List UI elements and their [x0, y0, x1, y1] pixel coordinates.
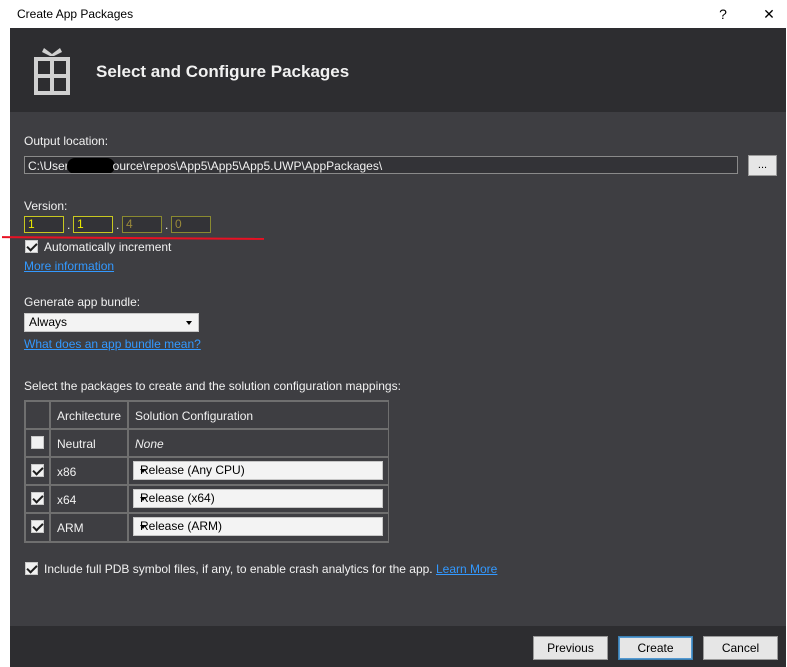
x64-configuration-dropdown[interactable]: Release (x64) [133, 489, 383, 508]
browse-button[interactable]: ... [748, 155, 777, 176]
x86-checkbox[interactable] [31, 464, 44, 477]
architecture-cell: x64 [50, 485, 128, 513]
table-header-checkbox-cell [25, 401, 50, 429]
version-major-input[interactable]: 1 [24, 216, 64, 233]
chevron-down-icon [140, 469, 146, 473]
create-button[interactable]: Create [618, 636, 693, 660]
packages-table: Architecture Solution Configuration Neut… [24, 400, 389, 543]
previous-button[interactable]: Previous [533, 636, 608, 660]
version-revision-input[interactable]: 0 [171, 216, 211, 233]
dialog-header: Select and Configure Packages [10, 28, 786, 112]
arm-checkbox[interactable] [31, 520, 44, 533]
bundle-selected-value: Always [29, 315, 68, 329]
version-separator: . [67, 218, 71, 232]
version-build-input[interactable]: 4 [122, 216, 162, 233]
architecture-cell: x86 [50, 457, 128, 485]
pdb-label: Include full PDB symbol files, if any, t… [44, 562, 498, 576]
table-row [25, 513, 50, 542]
table-header-configuration: Solution Configuration [128, 401, 389, 429]
dialog-footer: Previous Create Cancel [10, 626, 786, 667]
version-separator: . [116, 218, 120, 232]
neutral-checkbox[interactable] [31, 436, 44, 449]
x86-configuration-dropdown[interactable]: Release (Any CPU) [133, 461, 383, 480]
table-header-architecture: Architecture [50, 401, 128, 429]
configuration-cell: Release (Any CPU) [128, 457, 389, 485]
version-minor-input[interactable]: 1 [73, 216, 113, 233]
table-row [25, 429, 50, 457]
chevron-down-icon [186, 321, 192, 325]
chevron-down-icon [140, 525, 146, 529]
dialog-content: Output location: C:\User ource\repos\App5… [1, 112, 786, 626]
configuration-cell: None [128, 429, 389, 457]
output-location-input[interactable]: C:\User ource\repos\App5\App5\App5.UWP\Ap… [24, 156, 738, 174]
architecture-cell: ARM [50, 513, 128, 542]
configuration-cell: Release (x64) [128, 485, 389, 513]
packages-label: Select the packages to create and the so… [24, 379, 401, 393]
cancel-button[interactable]: Cancel [703, 636, 778, 660]
more-information-link[interactable]: More information [24, 259, 114, 273]
chevron-down-icon [140, 497, 146, 501]
auto-increment-label: Automatically increment [44, 240, 172, 254]
arm-configuration-dropdown[interactable]: Release (ARM) [133, 517, 383, 536]
bundle-label: Generate app bundle: [24, 295, 141, 309]
version-label: Version: [24, 199, 68, 213]
package-icon [34, 48, 70, 95]
bundle-dropdown[interactable]: Always [24, 313, 199, 332]
bundle-help-link[interactable]: What does an app bundle mean? [24, 337, 201, 351]
architecture-cell: Neutral [50, 429, 128, 457]
window-title: Create App Packages [17, 7, 134, 21]
auto-increment-checkbox[interactable] [25, 240, 38, 253]
path-suffix: ource\repos\App5\App5\App5.UWP\AppPackag… [112, 159, 383, 173]
output-location-label: Output location: [24, 134, 109, 148]
title-bar: Create App Packages ? ✕ [0, 0, 787, 28]
configuration-cell: Release (ARM) [128, 513, 389, 542]
table-row [25, 485, 50, 513]
table-row [25, 457, 50, 485]
pdb-checkbox[interactable] [25, 562, 38, 575]
path-prefix: C:\User [28, 159, 69, 173]
learn-more-link[interactable]: Learn More [436, 562, 497, 576]
page-title: Select and Configure Packages [96, 62, 350, 81]
redacted-region [66, 158, 115, 173]
help-button[interactable]: ? [712, 4, 734, 24]
x64-checkbox[interactable] [31, 492, 44, 505]
version-separator: . [165, 218, 169, 232]
close-icon[interactable]: ✕ [758, 4, 780, 24]
